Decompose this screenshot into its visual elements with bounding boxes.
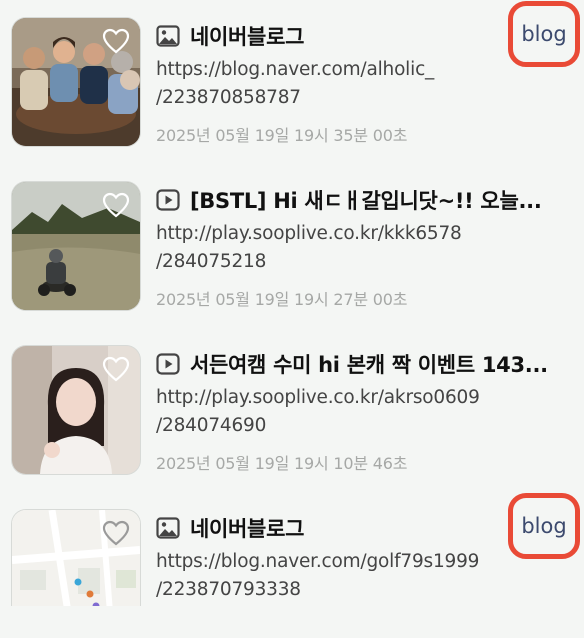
blog-badge[interactable]: blog — [508, 493, 580, 559]
item-title: 네이버블로그 — [190, 517, 305, 541]
title-row[interactable]: 네이버블로그 — [156, 18, 566, 54]
thumbnail-streamer[interactable] — [12, 346, 140, 474]
history-list: 네이버블로그 https://blog.naver.com/alholic_ /… — [0, 0, 584, 606]
item-date: 2025년 05월 19일 19시 10분 46초 — [156, 454, 408, 473]
url-line: /284075218 — [156, 251, 267, 272]
list-item[interactable]: [BSTL] Hi 새ㄷㅐ갈입니닷~!! 오늘... http://play.s… — [0, 164, 584, 328]
play-icon — [156, 353, 180, 375]
thumbnail-people[interactable] — [12, 18, 140, 146]
url-line: /223870858787 — [156, 87, 301, 108]
url-line: /284074690 — [156, 415, 267, 436]
item-title: 서든여캠 수미 hi 본캐 짝 이벤트 143... — [190, 353, 548, 377]
heart-icon[interactable] — [102, 520, 130, 546]
url-line: http://play.sooplive.co.kr/akrso0609 — [156, 387, 480, 408]
title-row[interactable]: [BSTL] Hi 새ㄷㅐ갈입니닷~!! 오늘... — [156, 182, 566, 218]
blog-badge[interactable]: blog — [508, 1, 580, 67]
item-title: [BSTL] Hi 새ㄷㅐ갈입니닷~!! 오늘... — [190, 189, 542, 213]
thumbnail-game[interactable] — [12, 182, 140, 310]
list-item[interactable]: 서든여캠 수미 hi 본캐 짝 이벤트 143... http://play.s… — [0, 328, 584, 492]
item-title: 네이버블로그 — [190, 25, 305, 49]
list-item[interactable]: 네이버블로그 https://blog.naver.com/alholic_ /… — [0, 0, 584, 164]
bottom-area — [0, 606, 584, 638]
heart-icon[interactable] — [102, 28, 130, 54]
thumbnail-map[interactable] — [12, 510, 140, 606]
title-row[interactable]: 네이버블로그 — [156, 510, 566, 546]
heart-icon[interactable] — [102, 192, 130, 218]
item-url[interactable]: https://blog.naver.com/alholic_ /2238708… — [156, 56, 576, 112]
item-date: 2025년 05월 19일 19시 35분 00초 — [156, 126, 408, 145]
item-date: 2025년 05월 19일 19시 27분 00초 — [156, 290, 408, 309]
url-line: http://play.sooplive.co.kr/kkk6578 — [156, 223, 462, 244]
item-url[interactable]: http://play.sooplive.co.kr/kkk6578 /2840… — [156, 220, 576, 276]
play-icon — [156, 189, 180, 211]
image-icon — [156, 25, 180, 47]
item-url[interactable]: http://play.sooplive.co.kr/akrso0609 /28… — [156, 384, 576, 440]
list-item[interactable]: 네이버블로그 https://blog.naver.com/golf79s199… — [0, 492, 584, 606]
item-url[interactable]: https://blog.naver.com/golf79s1999 /2238… — [156, 548, 576, 604]
image-icon — [156, 517, 180, 539]
url-line: /223870793338 — [156, 579, 301, 600]
title-row[interactable]: 서든여캠 수미 hi 본캐 짝 이벤트 143... — [156, 346, 566, 382]
heart-icon[interactable] — [102, 356, 130, 382]
